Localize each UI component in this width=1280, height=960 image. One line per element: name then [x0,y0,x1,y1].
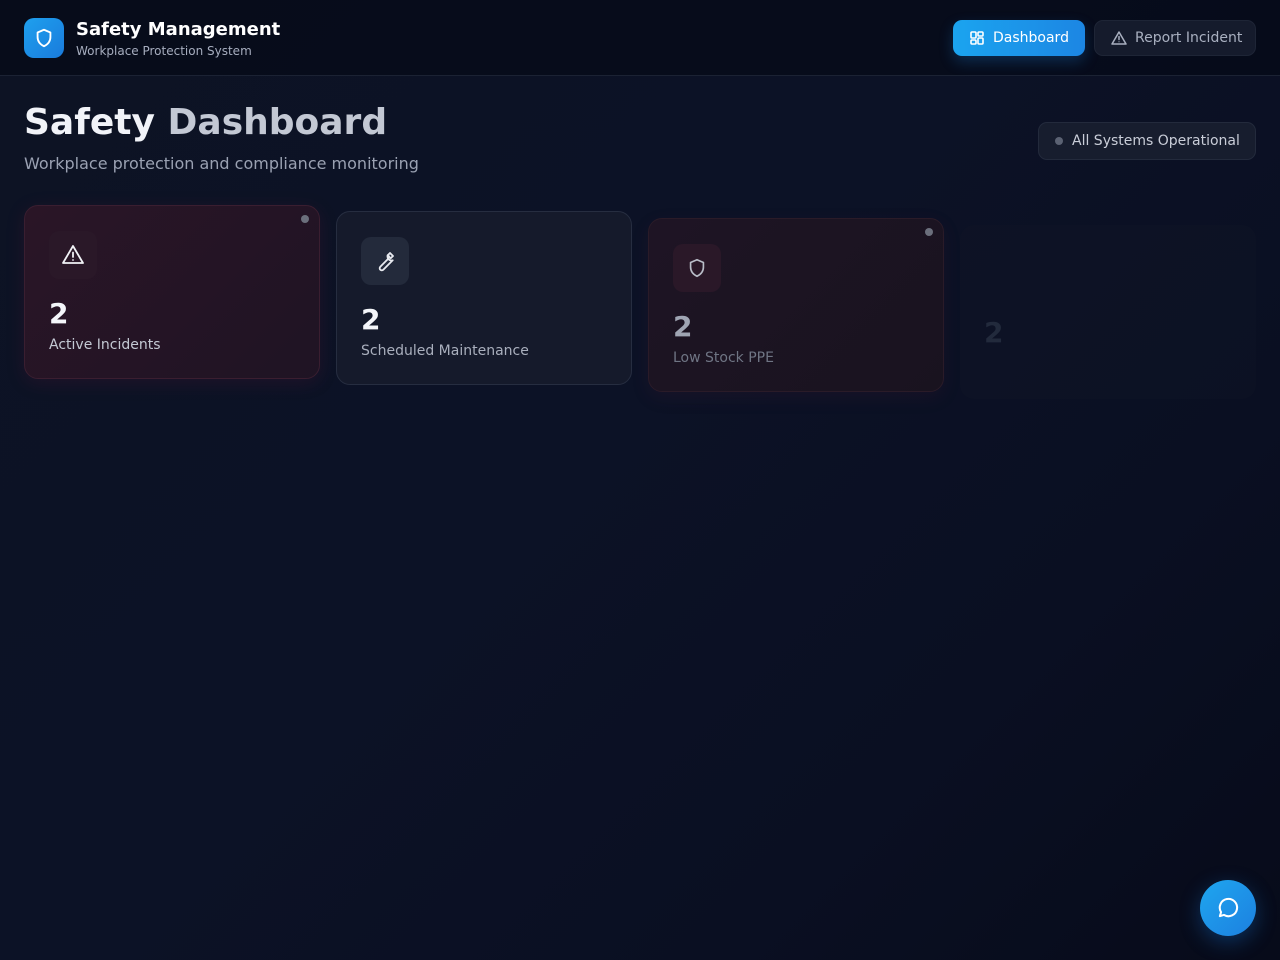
warning-triangle-icon [62,245,84,264]
system-status-badge: All Systems Operational [1038,122,1256,160]
app-title: Safety Management [76,19,281,40]
top-header: Safety Management Workplace Protection S… [0,0,1280,76]
page-title-secondary: Dashboard [167,102,388,143]
scheduled-maintenance-card[interactable]: 2 Scheduled Maintenance [336,211,632,385]
low-stock-ppe-card[interactable]: 2 Low Stock PPE [648,218,944,392]
report-incident-nav-label: Report Incident [1135,30,1243,46]
warning-triangle-icon [1111,31,1127,45]
loading-stat-value: 2 [984,316,1004,349]
wrench-icon [378,252,394,272]
card-icon-container [673,244,721,292]
chat-button[interactable] [1200,880,1256,936]
active-incidents-card[interactable]: 2 Active Incidents [24,205,320,379]
shield-icon [36,28,52,48]
low-stock-ppe-value: 2 [673,310,693,343]
status-dot-icon [1055,137,1063,145]
status-dot-icon [301,215,309,223]
report-incident-nav-button[interactable]: Report Incident [1094,20,1256,56]
active-incidents-label: Active Incidents [49,337,161,353]
loading-stat-card: 2 [960,225,1256,399]
card-icon-container [361,237,409,285]
dashboard-nav-label: Dashboard [993,30,1069,46]
shield-icon [689,258,705,278]
grid-icon [970,31,984,45]
dashboard-nav-button[interactable]: Dashboard [953,20,1085,56]
page-title: Safety Dashboard [24,102,387,143]
card-icon-container [49,231,97,279]
low-stock-ppe-label: Low Stock PPE [673,350,774,366]
page-title-primary: Safety [24,102,155,143]
app-subtitle: Workplace Protection System [76,44,252,58]
status-dot-icon [925,228,933,236]
brand-logo[interactable] [24,18,64,58]
scheduled-maintenance-value: 2 [361,303,381,336]
system-status-label: All Systems Operational [1072,133,1240,149]
chat-bubble-icon [1218,897,1239,918]
page-subtitle: Workplace protection and compliance moni… [24,154,419,173]
scheduled-maintenance-label: Scheduled Maintenance [361,343,529,359]
active-incidents-value: 2 [49,297,69,330]
